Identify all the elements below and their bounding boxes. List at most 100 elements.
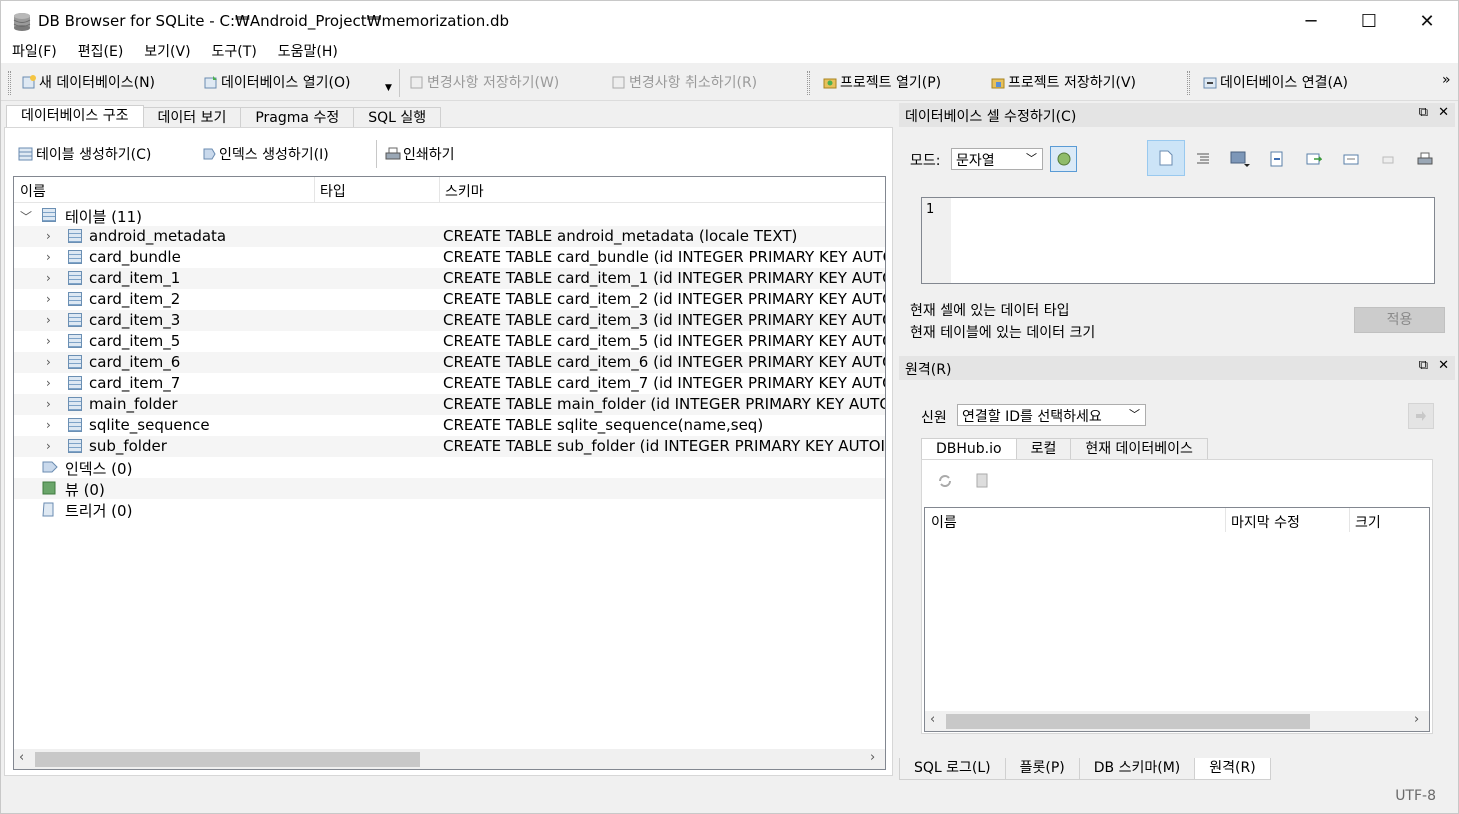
float-dock-icon[interactable]: ⧉: [1419, 358, 1428, 373]
header-last-modified[interactable]: 마지막 수정: [1231, 512, 1300, 532]
column-divider[interactable]: [1349, 508, 1350, 532]
tab-database-structure[interactable]: 데이터베이스 구조: [6, 105, 144, 129]
chevron-down-icon[interactable]: ﹀: [20, 208, 32, 225]
auto-switch-mode-button[interactable]: [1050, 146, 1077, 172]
apply-button[interactable]: 적용: [1354, 307, 1445, 333]
table-row[interactable]: › card_item_6 CREATE TABLE card_item_6 (id…: [14, 352, 885, 373]
column-divider[interactable]: [314, 177, 315, 203]
tab-current-database[interactable]: 현재 데이터베이스: [1070, 438, 1208, 460]
tab-local[interactable]: 로컬: [1015, 438, 1072, 460]
menu-view[interactable]: 보기(V): [133, 41, 200, 63]
import-button[interactable]: [1262, 144, 1292, 174]
float-dock-icon[interactable]: ⧉: [1419, 105, 1428, 120]
print-button[interactable]: 인쇄하기: [385, 144, 455, 164]
menu-file[interactable]: 파일(F): [1, 41, 67, 63]
chevron-right-icon[interactable]: ›: [46, 334, 51, 348]
maximize-button[interactable]: ☐: [1340, 1, 1398, 41]
close-button[interactable]: ✕: [1398, 1, 1456, 41]
write-changes-button[interactable]: 변경사항 저장하기(W): [409, 72, 559, 92]
chevron-right-icon[interactable]: ›: [46, 229, 51, 243]
chevron-right-icon[interactable]: ›: [46, 250, 51, 264]
close-dock-icon[interactable]: ✕: [1438, 105, 1449, 120]
tab-db-schema[interactable]: DB 스키마(M): [1078, 758, 1196, 780]
header-size[interactable]: 크기: [1355, 512, 1381, 532]
tab-remote[interactable]: 원격(R): [1194, 758, 1271, 780]
tab-edit-pragmas[interactable]: Pragma 수정: [240, 107, 355, 129]
chevron-right-icon[interactable]: ›: [46, 376, 51, 390]
tree-node-views[interactable]: 뷰 (0): [14, 478, 885, 499]
chevron-right-icon[interactable]: ›: [46, 313, 51, 327]
toolbar-grip[interactable]: [8, 71, 11, 95]
tab-plot[interactable]: 플롯(P): [1004, 758, 1080, 780]
table-row[interactable]: › card_bundle CREATE TABLE card_bundle (id…: [14, 247, 885, 268]
table-row[interactable]: › card_item_1 CREATE TABLE card_item_1 (id…: [14, 268, 885, 289]
word-wrap-button[interactable]: [1147, 140, 1185, 176]
open-project-button[interactable]: 프로젝트 열기(P): [822, 72, 941, 92]
header-name[interactable]: 이름: [931, 512, 957, 532]
chevron-right-icon[interactable]: ›: [46, 271, 51, 285]
save-project-button[interactable]: 프로젝트 저장하기(V): [990, 72, 1136, 92]
refresh-button[interactable]: [936, 472, 954, 494]
table-row[interactable]: › card_item_5 CREATE TABLE card_item_5 (id…: [14, 331, 885, 352]
chevron-right-icon[interactable]: ›: [46, 355, 51, 369]
table-row[interactable]: › card_item_7 CREATE TABLE card_item_7 (id…: [14, 373, 885, 394]
tree-node-indexes[interactable]: 인덱스 (0): [14, 457, 885, 478]
header-type[interactable]: 타입: [320, 181, 346, 201]
table-row[interactable]: › card_item_2 CREATE TABLE card_item_2 (id…: [14, 289, 885, 310]
new-database-button[interactable]: 새 데이터베이스(N): [21, 72, 155, 92]
tree-horizontal-scrollbar[interactable]: ‹ ›: [14, 749, 885, 769]
tree-node-tables[interactable]: ﹀ 테이블 (11): [14, 205, 885, 226]
tab-dbhub[interactable]: DBHub.io: [921, 438, 1017, 460]
scroll-left-icon[interactable]: ‹: [930, 712, 935, 727]
chevron-right-icon[interactable]: ›: [46, 439, 51, 453]
column-divider[interactable]: [439, 177, 440, 203]
revert-changes-button[interactable]: 변경사항 취소하기(R): [611, 72, 757, 92]
open-database-dropdown-icon[interactable]: ▼: [385, 83, 392, 93]
header-name[interactable]: 이름: [20, 181, 46, 201]
attach-database-button[interactable]: 데이터베이스 연결(A): [1202, 72, 1348, 92]
erase-button[interactable]: [1373, 144, 1403, 174]
table-row[interactable]: › sub_folder CREATE TABLE sub_folder (id I…: [14, 436, 885, 457]
scrollbar-thumb[interactable]: [946, 714, 1310, 729]
scroll-right-icon[interactable]: ›: [1414, 712, 1419, 727]
scroll-left-icon[interactable]: ‹: [19, 750, 24, 765]
tab-browse-data[interactable]: 데이터 보기: [142, 107, 242, 129]
indent-button[interactable]: [1188, 144, 1218, 174]
remote-horizontal-scrollbar[interactable]: ‹ ›: [925, 711, 1429, 731]
table-row[interactable]: › sqlite_sequence CREATE TABLE sqlite_sequ…: [14, 415, 885, 436]
toolbar-overflow-button[interactable]: »: [1442, 72, 1451, 88]
set-null-button[interactable]: [1336, 144, 1366, 174]
chevron-right-icon[interactable]: ›: [46, 418, 51, 432]
toolbar-grip[interactable]: [1187, 71, 1190, 95]
remote-file-list[interactable]: 이름 마지막 수정 크기 ‹ ›: [924, 507, 1430, 732]
create-index-button[interactable]: 인덱스 생성하기(I): [201, 144, 329, 164]
menu-tools[interactable]: 도구(T): [201, 41, 267, 63]
close-dock-icon[interactable]: ✕: [1438, 358, 1449, 373]
export-format-button[interactable]: [1225, 144, 1255, 174]
minimize-button[interactable]: ─: [1282, 1, 1340, 41]
identity-select[interactable]: 연결할 ID를 선택하세요 ﹀: [957, 404, 1146, 426]
push-remote-button[interactable]: [1408, 403, 1434, 429]
table-row[interactable]: › main_folder CREATE TABLE main_folder (id…: [14, 394, 885, 415]
print-cell-button[interactable]: [1410, 144, 1440, 174]
chevron-right-icon[interactable]: ›: [46, 397, 51, 411]
menu-help[interactable]: 도움말(H): [267, 41, 348, 63]
create-table-button[interactable]: 테이블 생성하기(C): [18, 144, 151, 164]
header-schema[interactable]: 스키마: [445, 181, 484, 201]
export-to-file-button[interactable]: [1299, 144, 1329, 174]
table-row[interactable]: › card_item_3 CREATE TABLE card_item_3 (id…: [14, 310, 885, 331]
tree-node-triggers[interactable]: 트리거 (0): [14, 499, 885, 520]
column-divider[interactable]: [1225, 508, 1226, 532]
table-row[interactable]: › android_metadata CREATE TABLE android_me…: [14, 226, 885, 247]
menu-edit[interactable]: 편집(E): [67, 41, 134, 63]
scrollbar-thumb[interactable]: [35, 752, 420, 767]
clone-button[interactable]: [974, 472, 992, 494]
chevron-right-icon[interactable]: ›: [46, 292, 51, 306]
tab-sql-log[interactable]: SQL 로그(L): [899, 758, 1006, 780]
open-database-button[interactable]: 데이터베이스 열기(O): [203, 72, 350, 92]
cell-editor[interactable]: 1: [921, 197, 1435, 284]
mode-select[interactable]: 문자열 ﹀: [951, 148, 1043, 170]
scroll-right-icon[interactable]: ›: [870, 750, 875, 765]
tab-execute-sql[interactable]: SQL 실행: [353, 107, 442, 129]
schema-tree[interactable]: 이름 타입 스키마 ﹀ 테이블 (11) › android_metadata CR…: [13, 176, 886, 770]
